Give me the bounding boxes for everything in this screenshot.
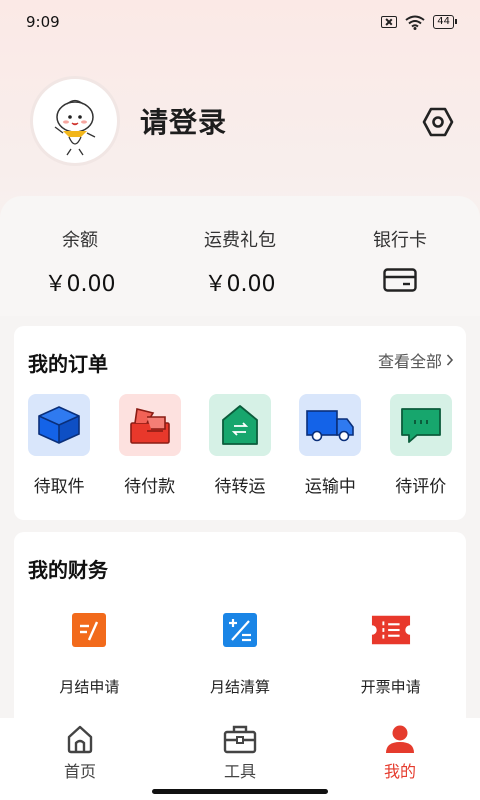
order-icon-box [389, 394, 452, 456]
freight-package-label: 运费礼包 [204, 230, 276, 251]
status-icons: 44 [381, 15, 457, 30]
order-label: 待取件 [33, 477, 85, 497]
mascot-bun-icon [54, 99, 96, 156]
tab-label: 我的 [383, 762, 416, 781]
order-icon-box [118, 394, 181, 456]
finance-label: 月结清算 [210, 678, 271, 696]
balance-value: ￥0.00 [44, 272, 116, 297]
view-all-label: 查看全部 [377, 352, 442, 371]
tab-mine[interactable]: 我的 [320, 718, 480, 800]
finance-icon-box [220, 610, 260, 650]
invoice-ticket-icon [371, 615, 410, 645]
package-box-icon [38, 406, 80, 444]
toolbox-icon [223, 725, 257, 754]
profile-section[interactable]: 请登录 [30, 76, 227, 166]
no-sim-icon [381, 16, 398, 28]
bank-card-label: 银行卡 [373, 230, 427, 251]
avatar[interactable] [30, 76, 120, 166]
order-icon-box [28, 394, 91, 456]
settings-button[interactable] [420, 104, 456, 140]
status-time: 9:09 [26, 13, 60, 31]
comment-bubble-icon [400, 408, 441, 443]
order-status-pending-review[interactable]: 待评价 [376, 394, 466, 497]
order-status-pending-pickup[interactable]: 待取件 [14, 394, 104, 497]
order-icon-box [299, 394, 362, 456]
my-orders-card: 我的订单 查看全部 待取件 待付款 待转运 运输中 待评价 [14, 326, 466, 520]
status-bar: 9:09 44 [0, 0, 480, 44]
payment-card-icon [129, 408, 170, 444]
tab-label: 首页 [63, 762, 96, 781]
bank-card-icon [383, 268, 417, 292]
order-label: 待付款 [124, 477, 176, 497]
bank-card-item[interactable]: 银行卡 [320, 196, 480, 316]
order-icon-box [208, 394, 271, 456]
finance-label: 开票申请 [360, 678, 421, 696]
view-all-orders-link[interactable]: 查看全部 [378, 348, 454, 372]
user-icon [386, 725, 414, 753]
calculator-icon [223, 613, 257, 647]
wifi-icon [405, 15, 425, 30]
monthly-apply-icon [72, 613, 107, 647]
tab-home[interactable]: 首页 [0, 718, 160, 800]
tab-label: 工具 [223, 762, 256, 781]
my-finance-card: 我的财务 月结申请 月结清算 开票申请 [14, 532, 466, 732]
my-orders-title: 我的订单 [28, 352, 108, 376]
finance-icon-box [69, 610, 109, 650]
order-status-row: 待取件 待付款 待转运 运输中 待评价 [14, 394, 466, 497]
chevron-right-icon [446, 354, 454, 366]
order-status-pending-transfer[interactable]: 待转运 [195, 394, 285, 497]
home-indicator[interactable] [152, 789, 328, 794]
truck-icon [306, 410, 355, 442]
order-status-in-transit[interactable]: 运输中 [285, 394, 375, 497]
my-finance-title: 我的财务 [28, 558, 108, 582]
transfer-house-icon [222, 405, 258, 445]
balance-item[interactable]: 余额 ￥0.00 [0, 196, 160, 316]
balance-label: 余额 [62, 230, 98, 251]
invoice-apply[interactable]: 开票申请 [315, 610, 466, 697]
finance-label: 月结申请 [59, 678, 120, 696]
monthly-settlement-apply[interactable]: 月结申请 [14, 610, 165, 697]
freight-package-value: ￥0.00 [204, 272, 276, 297]
finance-actions-row: 月结申请 月结清算 开票申请 [14, 610, 466, 697]
settings-hexagon-icon [422, 107, 454, 137]
battery-icon: 44 [433, 15, 457, 29]
login-prompt[interactable]: 请登录 [140, 101, 227, 141]
order-label: 待转运 [214, 477, 266, 497]
home-icon [67, 725, 93, 754]
finance-icon-box [371, 610, 411, 650]
order-label: 运输中 [304, 477, 356, 497]
wallet-summary: 余额 ￥0.00 运费礼包 ￥0.00 银行卡 [0, 196, 480, 316]
monthly-settlement-clearing[interactable]: 月结清算 [165, 610, 316, 697]
bottom-tab-bar: 首页 工具 我的 [0, 718, 480, 800]
tab-tools[interactable]: 工具 [160, 718, 320, 800]
freight-package-item[interactable]: 运费礼包 ￥0.00 [160, 196, 320, 316]
order-status-pending-payment[interactable]: 待付款 [104, 394, 194, 497]
order-label: 待评价 [395, 477, 447, 497]
